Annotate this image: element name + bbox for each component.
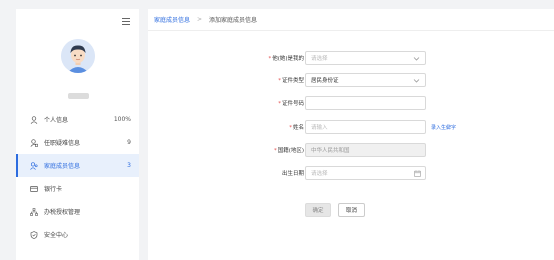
relation-label: *他(她)是我的 xyxy=(268,56,304,62)
sidebar-item-personal-info[interactable]: 个人信息 100% xyxy=(16,108,139,131)
sidebar-nav: 个人信息 100% 任职疑难信息 9 家庭成员信息 3 银行卡 办税授权管理 安… xyxy=(16,108,139,246)
main-panel: 家庭成员信息 > 添加家庭成员信息 *他(她)是我的 请选择 *证件类型 居民身… xyxy=(148,9,554,260)
birth-date-label: 出生日期 xyxy=(281,171,304,177)
relation-select[interactable]: 请选择 xyxy=(305,51,426,65)
user-name-placeholder xyxy=(68,93,89,99)
org-chart-icon xyxy=(30,207,38,216)
form-row-name: *姓名 请输入 录入生僻字 xyxy=(148,120,554,134)
calendar-icon xyxy=(414,170,421,179)
confirm-button[interactable]: 确定 xyxy=(305,203,331,217)
sidebar-item-label: 银行卡 xyxy=(44,186,63,193)
sidebar-item-label: 个人信息 xyxy=(44,117,69,124)
sidebar-item-bank-card[interactable]: 银行卡 xyxy=(16,177,139,200)
id-number-label: *证件号码 xyxy=(278,101,304,107)
user-badge-icon xyxy=(30,138,38,147)
breadcrumb-separator: > xyxy=(197,16,203,23)
chevron-down-icon xyxy=(413,55,420,64)
sidebar-item-label: 安全中心 xyxy=(44,232,69,239)
breadcrumb: 家庭成员信息 > 添加家庭成员信息 xyxy=(148,9,554,31)
birth-date-picker[interactable]: 请选择 xyxy=(305,166,426,180)
id-type-select[interactable]: 居民身份证 xyxy=(305,73,426,87)
rare-character-link[interactable]: 录入生僻字 xyxy=(431,124,456,131)
nationality-label: *国籍(地区) xyxy=(273,148,304,154)
sidebar-item-security-center[interactable]: 安全中心 xyxy=(16,223,139,246)
nationality-field: 中华人民共和国 xyxy=(305,143,426,157)
sidebar-item-label: 办税授权管理 xyxy=(44,209,81,216)
avatar xyxy=(61,39,95,73)
shield-icon xyxy=(30,230,38,239)
id-type-label: *证件类型 xyxy=(278,78,304,84)
sidebar-item-tax-authorization[interactable]: 办税授权管理 xyxy=(16,200,139,223)
name-label: *姓名 xyxy=(289,125,304,131)
cancel-button[interactable]: 取消 xyxy=(338,203,365,217)
sidebar-item-count: 100% xyxy=(113,116,131,123)
family-icon xyxy=(30,161,38,170)
menu-toggle-icon[interactable] xyxy=(122,18,130,26)
sidebar-item-label: 家庭成员信息 xyxy=(44,163,81,170)
breadcrumb-current: 添加家庭成员信息 xyxy=(209,17,258,24)
breadcrumb-parent-link[interactable]: 家庭成员信息 xyxy=(154,15,190,24)
sidebar-item-count: 3 xyxy=(127,162,131,169)
form-row-nationality: *国籍(地区) 中华人民共和国 xyxy=(148,143,554,157)
sidebar-item-label: 任职疑难信息 xyxy=(44,140,81,147)
sidebar-item-employment-info[interactable]: 任职疑难信息 9 xyxy=(16,131,139,154)
name-input[interactable]: 请输入 xyxy=(305,120,426,134)
form-row-birth-date: 出生日期 请选择 xyxy=(148,166,554,180)
id-number-input[interactable] xyxy=(305,96,426,110)
form-row-relation: *他(她)是我的 请选择 xyxy=(148,51,554,65)
sidebar-item-family-info[interactable]: 家庭成员信息 3 xyxy=(16,154,139,177)
form-row-id-number: *证件号码 xyxy=(148,96,554,110)
user-icon xyxy=(30,115,38,124)
form-row-id-type: *证件类型 居民身份证 xyxy=(148,73,554,87)
sidebar-item-count: 9 xyxy=(127,139,131,146)
sidebar: 个人信息 100% 任职疑难信息 9 家庭成员信息 3 银行卡 办税授权管理 安… xyxy=(16,9,139,260)
chevron-down-icon xyxy=(413,77,420,86)
bank-card-icon xyxy=(30,185,38,193)
